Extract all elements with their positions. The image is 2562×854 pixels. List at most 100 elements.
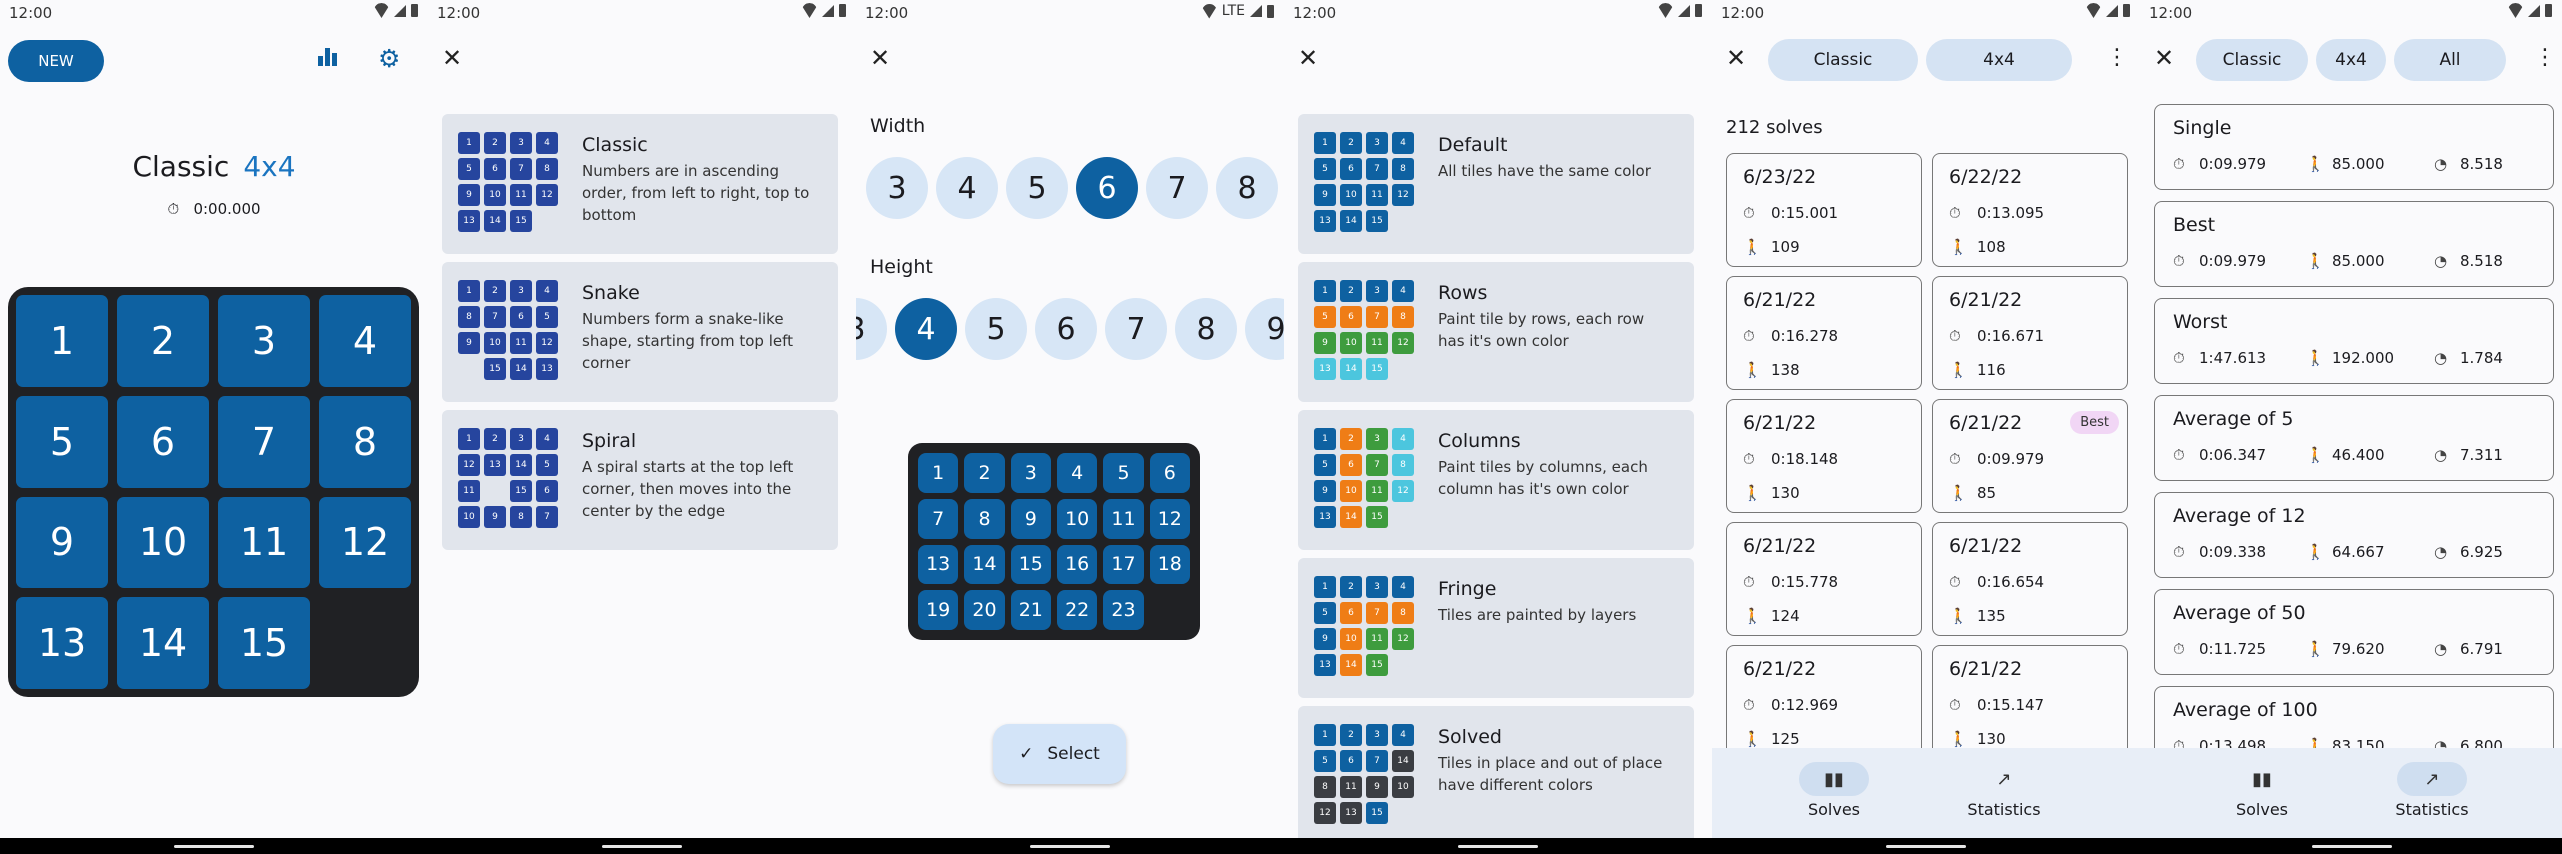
height-option[interactable]: 6 bbox=[1035, 298, 1097, 360]
solve-moves-value: 138 bbox=[1771, 361, 1800, 379]
solve-card[interactable]: 6/21/22 ⏱ 0:16.654 🚶 135 bbox=[1932, 522, 2128, 636]
nav-statistics[interactable]: ↗ Statistics bbox=[1944, 762, 2064, 820]
preview-tile: 3 bbox=[510, 132, 532, 154]
solve-card[interactable]: 6/23/22 ⏱ 0:15.001 🚶 109 bbox=[1726, 153, 1922, 267]
color-option-0[interactable]: 1 2 3 4 5 6 7 8 9 10 11 12 13 14 15 Default All tiles ha… bbox=[1298, 114, 1694, 254]
stat-card[interactable]: Average of 12 ⏱ 0:09.338 🚶 64.667 ◔ 6.925 bbox=[2154, 492, 2554, 578]
walk-icon: 🚶 bbox=[2306, 446, 2325, 464]
solve-card[interactable]: 6/21/22 ⏱ 0:09.979 🚶 85 Best bbox=[1932, 399, 2128, 513]
width-picker[interactable]: 345678 bbox=[856, 157, 1284, 219]
close-icon[interactable]: ✕ bbox=[2154, 46, 2174, 70]
puzzle-tile[interactable]: 1 bbox=[16, 295, 108, 387]
height-option[interactable]: 7 bbox=[1105, 298, 1167, 360]
solve-card[interactable]: 6/21/22 ⏱ 0:12.969 🚶 125 bbox=[1726, 645, 1922, 759]
height-option[interactable]: 3 bbox=[856, 298, 887, 360]
color-option-2[interactable]: 1 2 3 4 5 6 7 8 9 10 11 12 13 14 15 Columns Paint tiles … bbox=[1298, 410, 1694, 550]
preview-tile: 10 bbox=[1392, 776, 1414, 798]
width-option[interactable]: 6 bbox=[1076, 157, 1138, 219]
stat-speed-value: 6.925 bbox=[2460, 543, 2503, 561]
width-option[interactable]: 8 bbox=[1216, 157, 1278, 219]
puzzle-tile[interactable]: 8 bbox=[319, 395, 411, 488]
close-icon[interactable]: ✕ bbox=[1298, 46, 1318, 70]
height-option[interactable]: 9 bbox=[1245, 298, 1284, 360]
color-option-1[interactable]: 1 2 3 4 5 6 7 8 9 10 11 12 13 14 15 Rows Paint tile by r… bbox=[1298, 262, 1694, 402]
home-indicator[interactable] bbox=[174, 845, 254, 848]
type-chip[interactable]: Classic bbox=[2196, 39, 2308, 81]
puzzle-tile[interactable]: 11 bbox=[218, 496, 310, 589]
type-option-1[interactable]: 1 2 3 4 8 7 6 5 9 10 11 12 15 14 13 Snake Numbers form a… bbox=[442, 262, 838, 402]
width-option[interactable]: 7 bbox=[1146, 157, 1208, 219]
preview-tile: 9 bbox=[1314, 184, 1336, 206]
home-indicator[interactable] bbox=[1886, 845, 1966, 848]
more-icon[interactable]: ⋮ bbox=[2106, 45, 2128, 70]
solve-card[interactable]: 6/21/22 ⏱ 0:16.671 🚶 116 bbox=[1932, 276, 2128, 390]
puzzle-tile[interactable]: 10 bbox=[117, 496, 209, 589]
puzzle-tile[interactable]: 15 bbox=[218, 597, 310, 689]
home-indicator[interactable] bbox=[1458, 845, 1538, 848]
solve-card[interactable]: 6/21/22 ⏱ 0:16.278 🚶 138 bbox=[1726, 276, 1922, 390]
bottom-navigation: ▮▮ Solves ↗ Statistics bbox=[1712, 748, 2140, 838]
color-preview-grid: 1 2 3 4 5 6 7 8 9 10 11 12 13 14 15 bbox=[1314, 132, 1414, 232]
puzzle-tile[interactable]: 2 bbox=[117, 295, 209, 387]
puzzle-tile[interactable]: 4 bbox=[319, 295, 411, 387]
close-icon[interactable]: ✕ bbox=[1726, 46, 1746, 70]
puzzle-title: Classic 4x4 bbox=[0, 150, 428, 183]
signal-icon bbox=[2528, 4, 2540, 17]
type-option-2[interactable]: 1 2 3 4 12 13 14 5 11 15 6 10 9 8 7 Spiral A spiral star… bbox=[442, 410, 838, 550]
statistics-icon[interactable] bbox=[318, 46, 346, 74]
puzzle-tile[interactable]: 7 bbox=[218, 395, 310, 488]
size-chip[interactable]: 4x4 bbox=[2316, 39, 2386, 81]
stat-card[interactable]: Best ⏱ 0:09.979 🚶 85.000 ◔ 8.518 bbox=[2154, 201, 2554, 287]
solve-card[interactable]: 6/22/22 ⏱ 0:13.095 🚶 108 bbox=[1932, 153, 2128, 267]
puzzle-tile[interactable]: 5 bbox=[16, 395, 108, 488]
height-option[interactable]: 5 bbox=[965, 298, 1027, 360]
nav-solves[interactable]: ▮▮ Solves bbox=[1774, 762, 1894, 819]
color-option-3[interactable]: 1 2 3 4 5 6 7 8 9 10 11 12 13 14 15 Fringe Tiles are pai… bbox=[1298, 558, 1694, 698]
stat-card[interactable]: Worst ⏱ 1:47.613 🚶 192.000 ◔ 1.784 bbox=[2154, 298, 2554, 384]
preview-tile: 13 bbox=[1314, 210, 1336, 232]
stat-card[interactable]: Single ⏱ 0:09.979 🚶 85.000 ◔ 8.518 bbox=[2154, 104, 2554, 190]
puzzle-tile[interactable] bbox=[319, 597, 411, 689]
solve-card[interactable]: 6/21/22 ⏱ 0:15.778 🚶 124 bbox=[1726, 522, 1922, 636]
nav-solves[interactable]: ▮▮ Solves bbox=[2202, 762, 2322, 820]
puzzle-board[interactable]: 1 2 3 4 5 6 7 8 9 10 11 12 13 14 15 bbox=[8, 287, 419, 697]
puzzle-type[interactable]: Classic bbox=[132, 150, 229, 183]
new-game-button[interactable]: NEW bbox=[8, 40, 104, 82]
home-indicator[interactable] bbox=[602, 845, 682, 848]
width-option[interactable]: 5 bbox=[1006, 157, 1068, 219]
status-bar: 12:00 bbox=[2140, 0, 2562, 26]
home-indicator[interactable] bbox=[2312, 845, 2392, 848]
type-chip[interactable]: Classic bbox=[1768, 39, 1918, 81]
size-chip[interactable]: 4x4 bbox=[1926, 39, 2072, 81]
home-indicator[interactable] bbox=[1030, 845, 1110, 848]
stat-card[interactable]: Average of 5 ⏱ 0:06.347 🚶 46.400 ◔ 7.311 bbox=[2154, 395, 2554, 481]
close-icon[interactable]: ✕ bbox=[870, 46, 890, 70]
width-option[interactable]: 4 bbox=[936, 157, 998, 219]
select-button[interactable]: ✓ Select bbox=[993, 724, 1126, 784]
height-picker[interactable]: 3456789 bbox=[856, 298, 1284, 360]
puzzle-size[interactable]: 4x4 bbox=[243, 150, 295, 183]
close-icon[interactable]: ✕ bbox=[442, 46, 462, 70]
stat-card[interactable]: Average of 50 ⏱ 0:11.725 🚶 79.620 ◔ 6.791 bbox=[2154, 589, 2554, 675]
stat-row: ⏱ 1:47.613 🚶 192.000 ◔ 1.784 bbox=[2173, 349, 2534, 367]
color-option-4[interactable]: 1 2 3 4 5 6 7 14 8 11 9 10 12 13 15 Solved Tiles in plac… bbox=[1298, 706, 1694, 838]
preview-tile: 9 bbox=[1010, 498, 1051, 539]
puzzle-tile[interactable]: 14 bbox=[117, 597, 209, 689]
puzzle-tile[interactable]: 6 bbox=[117, 395, 209, 488]
width-option[interactable]: 3 bbox=[866, 157, 928, 219]
nav-statistics[interactable]: ↗ Statistics bbox=[2372, 762, 2492, 819]
puzzle-tile[interactable]: 9 bbox=[16, 496, 108, 589]
filter-chip[interactable]: All bbox=[2394, 39, 2506, 81]
height-option[interactable]: 4 bbox=[895, 298, 957, 360]
solve-card[interactable]: 6/21/22 ⏱ 0:18.148 🚶 130 bbox=[1726, 399, 1922, 513]
type-option-0[interactable]: 1 2 3 4 5 6 7 8 9 10 11 12 13 14 15 Classic Numbers are … bbox=[442, 114, 838, 254]
puzzle-tile[interactable]: 12 bbox=[319, 496, 411, 589]
solve-card[interactable]: 6/21/22 ⏱ 0:15.147 🚶 130 bbox=[1932, 645, 2128, 759]
preview-tile: 15 bbox=[1010, 544, 1051, 585]
puzzle-tile[interactable]: 3 bbox=[218, 295, 310, 387]
settings-gear-icon[interactable]: ⚙ bbox=[378, 46, 406, 74]
preview-tile: 12 bbox=[1392, 628, 1414, 650]
more-icon[interactable]: ⋮ bbox=[2534, 45, 2556, 70]
height-option[interactable]: 8 bbox=[1175, 298, 1237, 360]
puzzle-tile[interactable]: 13 bbox=[16, 597, 108, 689]
